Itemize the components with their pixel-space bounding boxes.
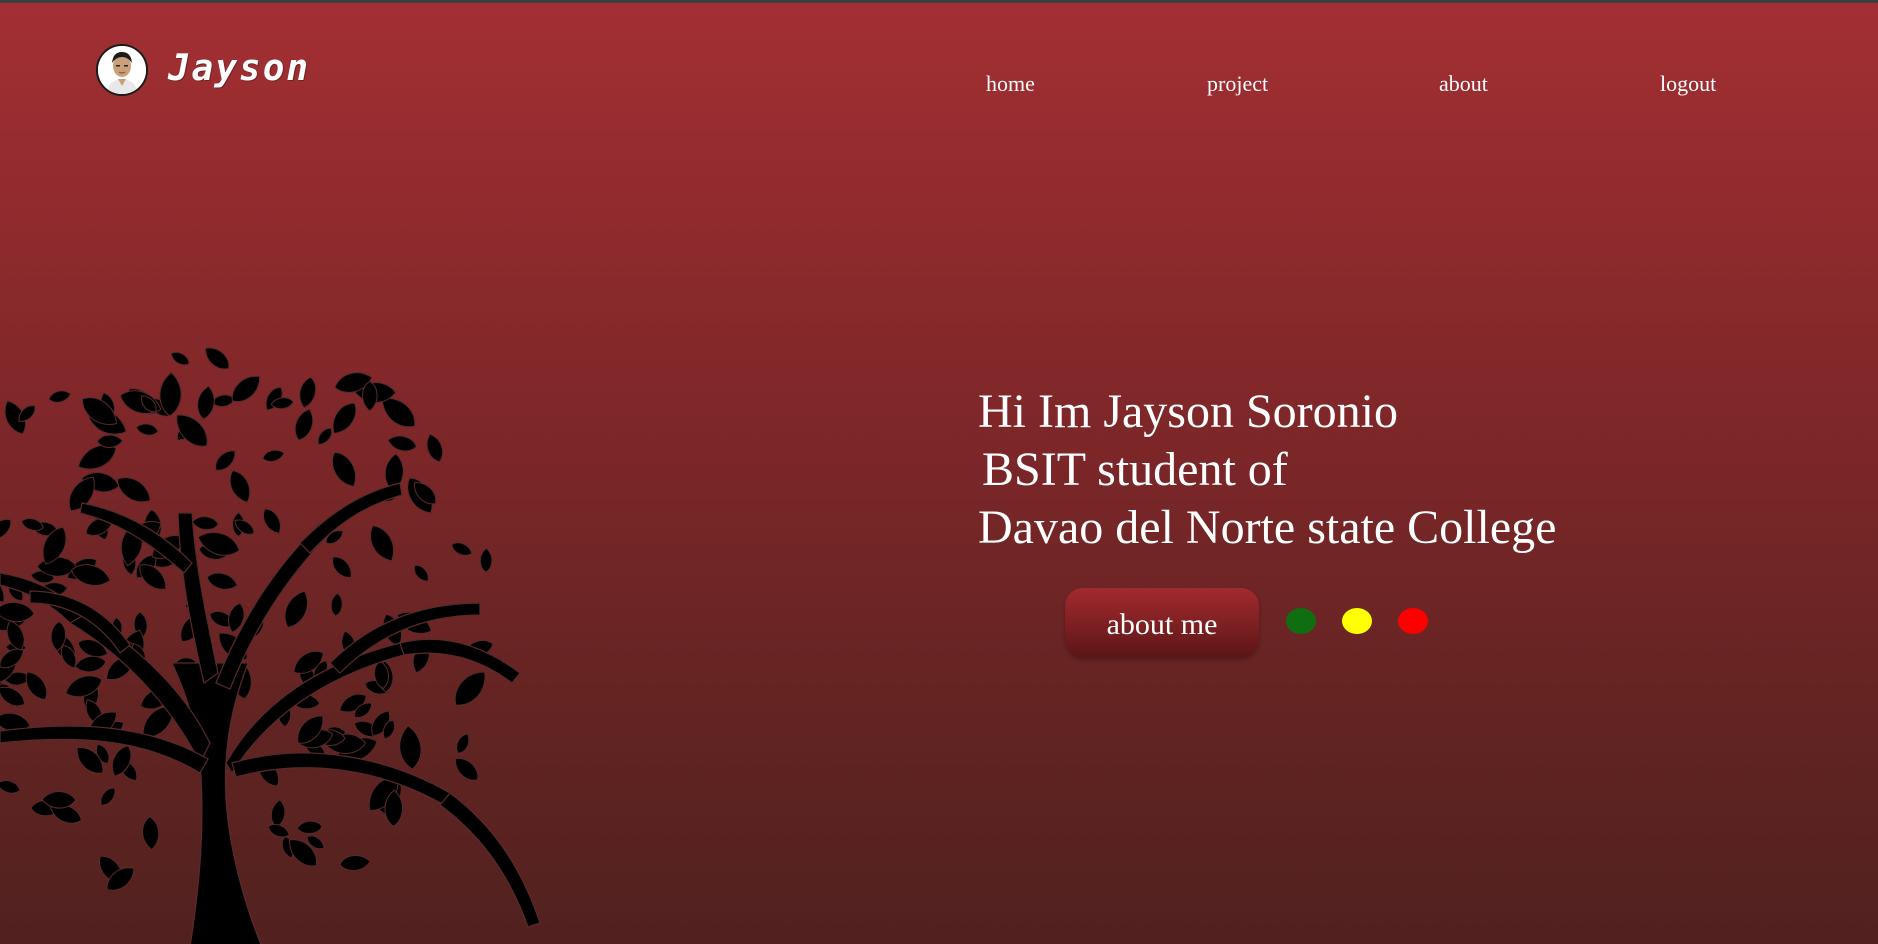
leaf-shape	[294, 408, 314, 441]
leaf-shape	[206, 572, 239, 590]
green-dot[interactable]	[1286, 608, 1316, 634]
leaf-shape	[456, 732, 470, 755]
leaf-shape	[479, 547, 493, 573]
nav-project-link[interactable]: project	[1207, 71, 1268, 97]
leaf-shape	[299, 376, 317, 409]
leaf-shape	[229, 470, 251, 503]
leaf-shape	[330, 592, 343, 617]
leaf-shape	[215, 450, 236, 471]
nav-logout-link[interactable]: logout	[1660, 71, 1716, 97]
leaf-shape	[362, 380, 378, 412]
leaf-shape	[426, 433, 444, 463]
yellow-dot[interactable]	[1342, 608, 1372, 634]
leaf-shape	[296, 820, 323, 835]
leaf-shape	[270, 799, 286, 828]
leaf-shape	[204, 347, 230, 370]
leaf-shape	[317, 427, 333, 445]
leaf-shape	[142, 816, 160, 851]
leaf-shape	[332, 556, 352, 579]
leaf-shape	[135, 423, 159, 436]
hero-intro: Hi Im Jayson Soronio BSIT student of Dav…	[978, 383, 1556, 557]
leaf-shape	[0, 780, 21, 794]
red-dot[interactable]	[1398, 608, 1428, 634]
leaf-shape	[74, 655, 107, 673]
leaf-shape	[262, 449, 285, 462]
leaf-shape	[116, 477, 151, 503]
leaf-shape	[0, 518, 12, 540]
tree-illustration	[0, 347, 541, 944]
leaf-shape	[96, 434, 124, 448]
leaf-shape	[369, 525, 394, 562]
leaf-shape	[387, 435, 417, 452]
leaf-shape	[197, 385, 215, 420]
about-me-button[interactable]: about me	[1065, 588, 1259, 658]
leaf-shape	[399, 725, 422, 770]
hero-school: Davao del Norte state College	[978, 501, 1557, 554]
main-nav: home project about logout	[0, 71, 1878, 101]
leaf-shape	[413, 564, 429, 582]
leaf-shape	[48, 390, 72, 403]
leaf-shape	[454, 757, 479, 781]
nav-about-link[interactable]: about	[1439, 71, 1488, 97]
leaf-shape	[331, 451, 356, 488]
leaf-shape	[170, 352, 190, 366]
hero-role: BSIT student of	[982, 443, 1288, 496]
leaf-shape	[191, 516, 219, 531]
leaf-shape	[100, 787, 116, 806]
nav-home-link[interactable]: home	[986, 71, 1035, 97]
leaf-shape	[454, 671, 486, 706]
hero-greeting: Hi Im Jayson Soronio	[978, 385, 1398, 438]
leaf-shape	[263, 508, 281, 534]
site-header: Jayson home project about logout	[0, 3, 1878, 143]
leaf-shape	[339, 855, 371, 872]
leaf-shape	[451, 542, 473, 556]
leaf-shape	[284, 590, 308, 628]
